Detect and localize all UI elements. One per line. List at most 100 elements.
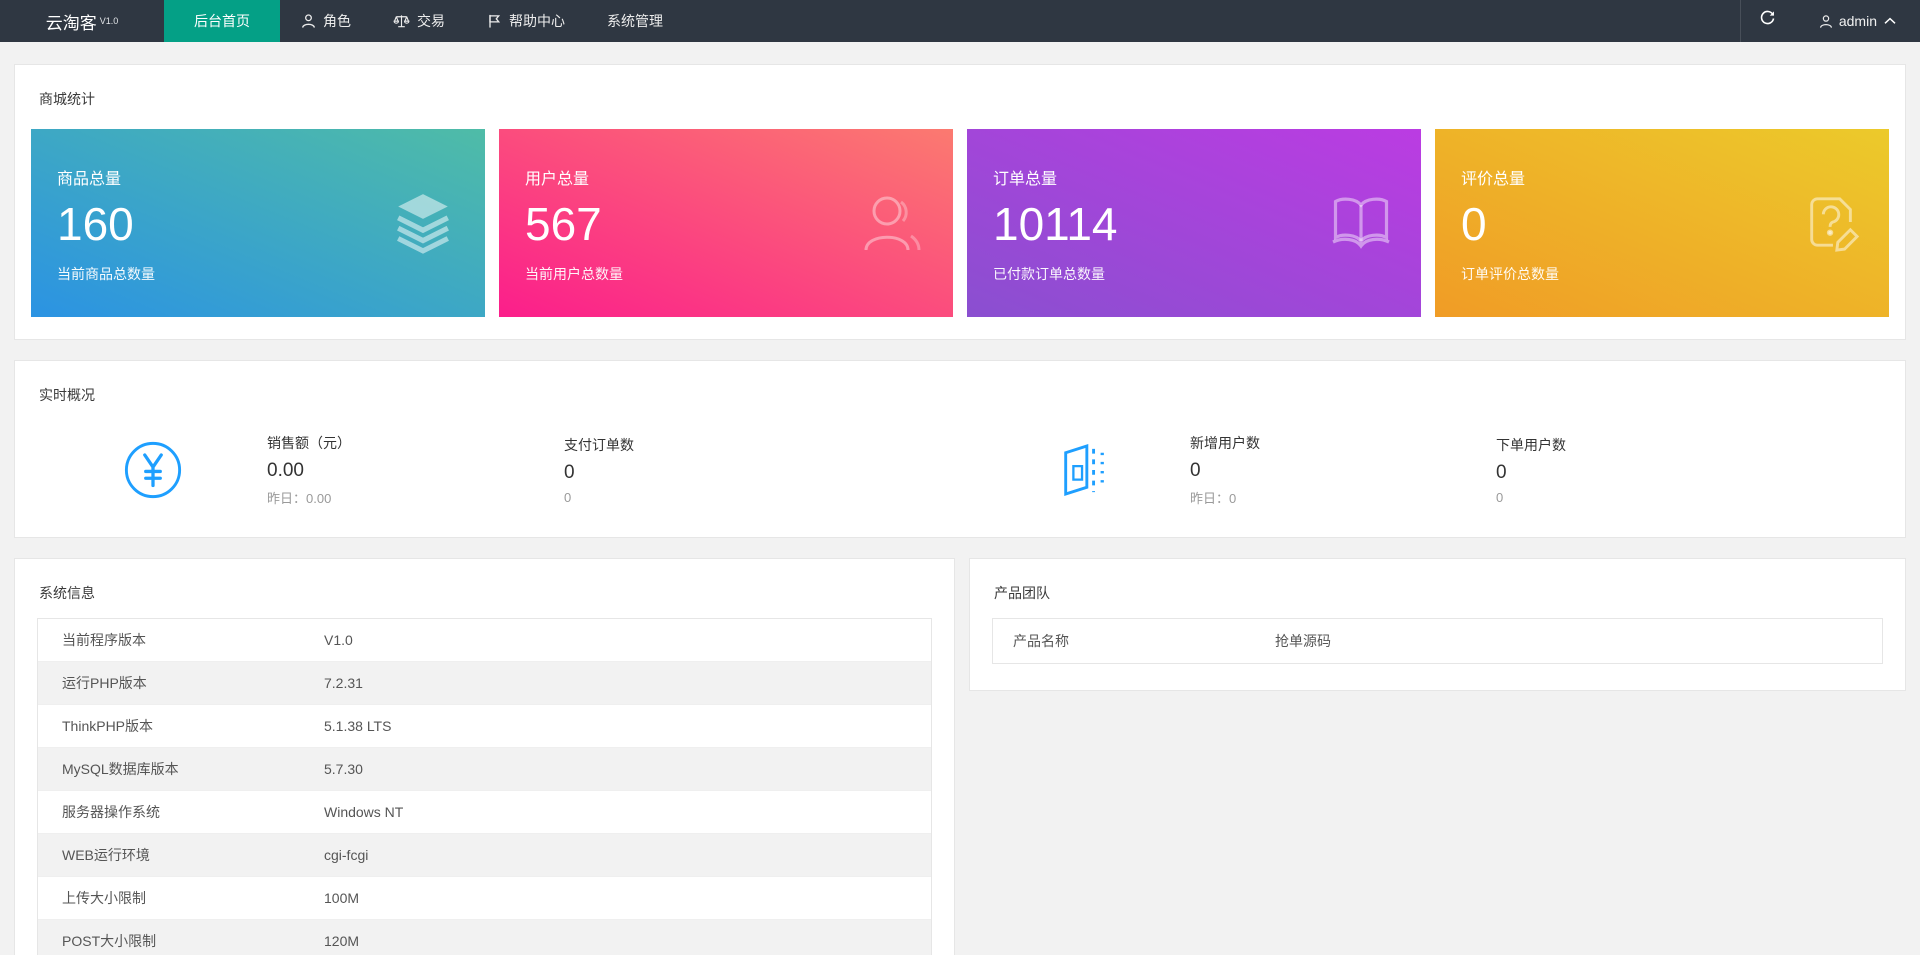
row-value: 100M xyxy=(324,890,360,906)
rt-sub: 昨日：0.00 xyxy=(267,491,332,506)
rt-stat-new-users: 新增用户数 0 昨日：0 xyxy=(1190,433,1496,507)
row-label: 上传大小限制 xyxy=(62,890,146,906)
card-label: 商品总量 xyxy=(57,171,122,188)
refresh-icon xyxy=(1759,10,1776,32)
stat-cards-row: 商品总量 160 当前商品总数量 用户总量 567 当前用户总数量 订单总量 1… xyxy=(15,109,1905,339)
card-sub: 订单评价总数量 xyxy=(1461,265,1559,282)
nav-item-label: 后台首页 xyxy=(194,13,250,29)
card-label: 用户总量 xyxy=(525,171,590,188)
nav-item-label: 角色 xyxy=(323,13,351,29)
row-label: MySQL数据库版本 xyxy=(62,761,179,777)
rt-sub: 昨日：0 xyxy=(1190,491,1237,506)
nav-item-label: 系统管理 xyxy=(607,13,663,29)
review-note-icon xyxy=(1803,191,1861,255)
scales-icon xyxy=(393,13,410,29)
rt-value: 0 xyxy=(1496,462,1507,483)
rt-value: 0 xyxy=(564,462,575,483)
shop-stats-panel: 商城统计 商品总量 160 当前商品总数量 用户总量 567 当前用户总数量 订… xyxy=(14,64,1906,340)
nav-item-dashboard[interactable]: 后台首页 xyxy=(164,0,280,42)
stat-card-users: 用户总量 567 当前用户总数量 xyxy=(499,129,953,317)
layers-icon xyxy=(389,192,457,254)
stat-card-reviews: 评价总量 0 订单评价总数量 xyxy=(1435,129,1889,317)
nav-item-label: 交易 xyxy=(417,13,445,29)
row-value: V1.0 xyxy=(324,632,353,648)
row-label: WEB运行环境 xyxy=(62,847,150,863)
system-info-table: 当前程序版本 V1.0 运行PHP版本 7.2.31 ThinkPHP版本 5.… xyxy=(37,618,932,955)
row-label: 服务器操作系统 xyxy=(62,804,160,820)
panel-title: 产品团队 xyxy=(994,585,1050,601)
row-label: POST大小限制 xyxy=(62,933,157,949)
row-value: 5.1.38 LTS xyxy=(324,718,392,734)
product-team-panel: 产品团队 产品名称 抢单源码 xyxy=(969,558,1906,691)
table-row: 上传大小限制 100M xyxy=(38,877,931,920)
user-menu[interactable]: admin xyxy=(1795,0,1920,42)
card-label: 订单总量 xyxy=(993,171,1058,188)
flag-icon xyxy=(487,13,502,29)
app-version: V1.0 xyxy=(99,16,119,26)
nav-item-trade[interactable]: 交易 xyxy=(372,0,466,42)
yen-circle-icon xyxy=(123,440,183,500)
row-value: 120M xyxy=(324,933,360,949)
table-row: 服务器操作系统 Windows NT xyxy=(38,791,931,834)
row-value: cgi-fcgi xyxy=(324,847,369,863)
table-row: WEB运行环境 cgi-fcgi xyxy=(38,834,931,877)
rt-sub: 0 xyxy=(1496,490,1504,505)
chevron-up-icon xyxy=(1884,17,1896,25)
row-value: 5.7.30 xyxy=(324,761,363,777)
nav-item-system-settings[interactable]: 系统管理 xyxy=(586,0,684,42)
table-row: ThinkPHP版本 5.1.38 LTS xyxy=(38,705,931,748)
table-row: 当前程序版本 V1.0 xyxy=(38,619,931,662)
user-icon xyxy=(1819,14,1833,29)
rt-label: 新增用户数 xyxy=(1190,435,1260,451)
top-navbar: 云淘客 V1.0 后台首页 角色 交易 帮助中心 系统管理 admin xyxy=(0,0,1920,42)
product-team-table: 产品名称 抢单源码 xyxy=(992,618,1883,664)
card-sub: 当前商品总数量 xyxy=(57,265,155,282)
row-label: 运行PHP版本 xyxy=(62,675,147,691)
bottom-row: 系统信息 当前程序版本 V1.0 运行PHP版本 7.2.31 ThinkPHP… xyxy=(14,558,1906,955)
nav-item-roles[interactable]: 角色 xyxy=(280,0,372,42)
open-book-icon xyxy=(1329,194,1393,252)
panel-title: 实时概况 xyxy=(39,387,95,403)
table-row: 运行PHP版本 7.2.31 xyxy=(38,662,931,705)
card-sub: 当前用户总数量 xyxy=(525,265,623,282)
nav-item-help-center[interactable]: 帮助中心 xyxy=(466,0,586,42)
users-icon xyxy=(861,192,925,254)
refresh-button[interactable] xyxy=(1741,0,1795,42)
rt-stat-sales: 销售额（元） 0.00 昨日：0.00 xyxy=(267,433,564,507)
stat-card-orders: 订单总量 10114 已付款订单总数量 xyxy=(967,129,1421,317)
user-icon xyxy=(301,13,316,29)
row-value: 7.2.31 xyxy=(324,675,363,691)
panel-title: 商城统计 xyxy=(39,91,95,107)
card-label: 评价总量 xyxy=(1461,171,1526,188)
rt-sub: 0 xyxy=(564,490,572,505)
nav-item-label: 帮助中心 xyxy=(509,13,565,29)
rt-value: 0 xyxy=(1190,460,1201,481)
table-row: POST大小限制 120M xyxy=(38,920,931,955)
stat-card-products: 商品总量 160 当前商品总数量 xyxy=(31,129,485,317)
navbar-right: admin xyxy=(1739,0,1920,42)
table-row: MySQL数据库版本 5.7.30 xyxy=(38,748,931,791)
row-value: 抢单源码 xyxy=(1275,633,1331,649)
rt-stat-ordering-users: 下单用户数 0 0 xyxy=(1496,435,1796,505)
row-label: 产品名称 xyxy=(1013,633,1069,649)
main-content: 商城统计 商品总量 160 当前商品总数量 用户总量 567 当前用户总数量 订… xyxy=(0,42,1920,955)
realtime-stats-row: 销售额（元） 0.00 昨日：0.00 支付订单数 0 0 新增用户数 0 昨日… xyxy=(15,433,1905,507)
app-logo[interactable]: 云淘客 V1.0 xyxy=(0,0,164,42)
realtime-panel: 实时概况 销售额（元） 0.00 昨日：0.00 支付订单数 0 0 新增用户数… xyxy=(14,360,1906,538)
cube-door-icon xyxy=(1058,440,1108,500)
table-row: 产品名称 抢单源码 xyxy=(993,619,1882,663)
rt-label: 下单用户数 xyxy=(1496,437,1566,453)
panel-title: 系统信息 xyxy=(39,585,95,601)
row-label: ThinkPHP版本 xyxy=(62,718,154,734)
rt-label: 支付订单数 xyxy=(564,437,634,453)
card-sub: 已付款订单总数量 xyxy=(993,265,1105,282)
username: admin xyxy=(1838,13,1877,29)
rt-value: 0.00 xyxy=(267,460,304,481)
system-info-panel: 系统信息 当前程序版本 V1.0 运行PHP版本 7.2.31 ThinkPHP… xyxy=(14,558,955,955)
rt-label: 销售额（元） xyxy=(267,435,351,451)
row-value: Windows NT xyxy=(324,804,404,820)
row-label: 当前程序版本 xyxy=(62,632,146,648)
app-logo-text: 云淘客 xyxy=(45,13,97,33)
rt-stat-paid-orders: 支付订单数 0 0 xyxy=(564,435,1058,505)
admin-dashboard: 云淘客 V1.0 后台首页 角色 交易 帮助中心 系统管理 admin 商城统计… xyxy=(0,0,1920,955)
